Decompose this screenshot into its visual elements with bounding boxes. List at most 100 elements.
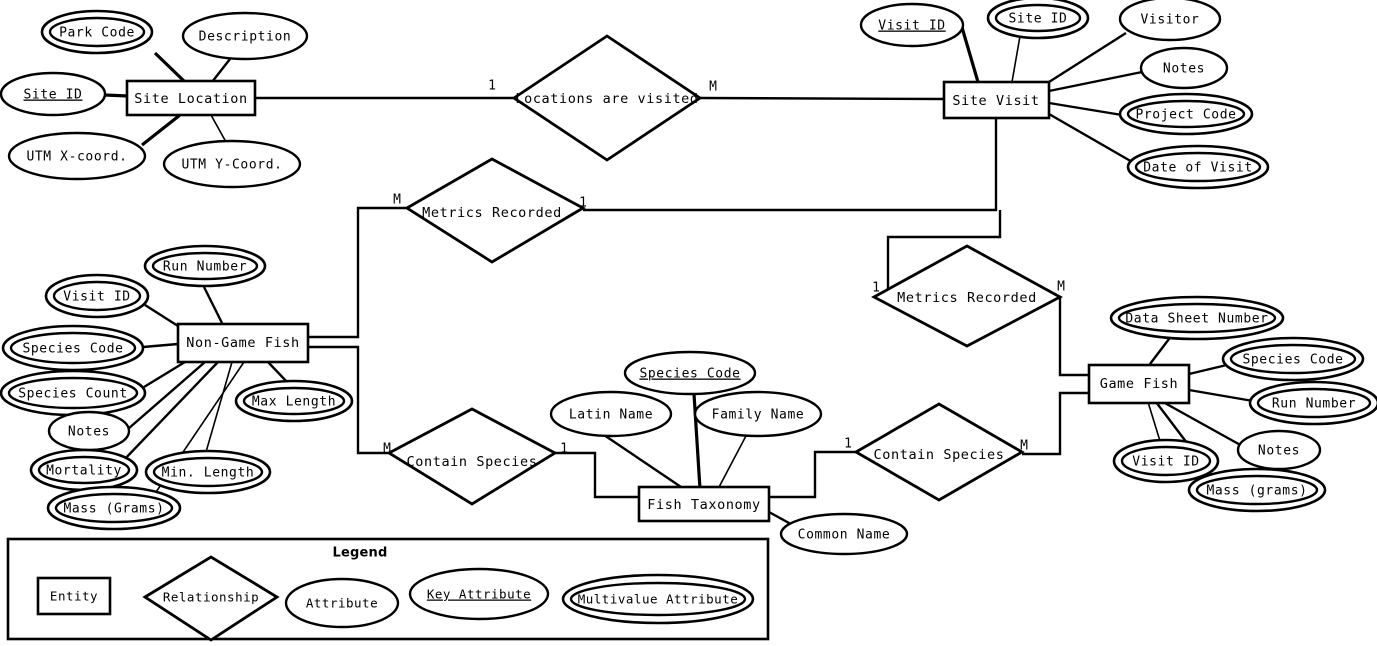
attribute-ft-common-name[interactable]: Common Name	[779, 512, 909, 556]
edge-ft-latin-name	[600, 432, 685, 490]
cardinality-label: M	[393, 193, 401, 208]
attribute-ngf-mortality-label: Mortality	[46, 464, 122, 479]
cardinality-label: M	[1020, 439, 1028, 454]
edge-gf-data-sheet-number	[1149, 334, 1173, 365]
attribute-ngf-species-count[interactable]: Species Count	[0, 369, 147, 417]
edge-locations-rel-site-visit	[699, 96, 945, 101]
attribute-gf-visit-id-label: Visit ID	[1132, 455, 1199, 470]
edge-ngf-mortality	[121, 361, 219, 463]
relationship-contain-species-nongame-label: Contain Species	[407, 454, 538, 470]
relationship-contain-species-nongame[interactable]: Contain Species	[386, 407, 558, 506]
legend-attribute-label: Attribute	[306, 596, 378, 611]
relationship-metrics-recorded-nongame[interactable]: Metrics Recorded	[404, 157, 586, 264]
attribute-gf-notes[interactable]: Notes	[1236, 429, 1322, 471]
attribute-gf-mass-grams[interactable]: Mass (grams)	[1187, 467, 1327, 513]
edge-ngf-visit-id	[144, 303, 179, 328]
edge-site-location-utm-y	[210, 114, 227, 143]
attribute-ft-family-name[interactable]: Family Name	[693, 390, 823, 438]
edges-game-fish-trunk	[1022, 297, 1089, 456]
legend-relationship-label: Relationship	[163, 590, 259, 605]
attribute-ft-common-name-label: Common Name	[798, 528, 891, 543]
edge-ngf-min-length	[205, 361, 233, 453]
entity-game-fish[interactable]: Game Fish	[1087, 363, 1191, 405]
edge-non-game-fish-to-metrics	[307, 206, 407, 339]
attribute-description-label: Description	[199, 30, 292, 45]
attribute-gf-data-sheet-number[interactable]: Data Sheet Number	[1109, 295, 1285, 341]
entity-fish-taxonomy[interactable]: Fish Taxonomy	[637, 485, 771, 523]
edge-site-visit-notes	[1048, 70, 1143, 93]
attribute-gf-species-code[interactable]: Species Code	[1221, 336, 1365, 382]
cardinality-label: M	[709, 80, 717, 95]
cardinality-label: 1	[560, 442, 568, 457]
attribute-ngf-run-number[interactable]: Run Number	[143, 244, 267, 288]
attribute-ft-latin-name[interactable]: Latin Name	[549, 390, 673, 438]
attribute-ngf-min-length[interactable]: Min. Length	[144, 449, 272, 495]
attribute-ngf-species-code[interactable]: Species Code	[1, 324, 145, 372]
attribute-ngf-mass-grams[interactable]: Mass (Grams)	[46, 485, 182, 531]
attribute-ngf-mass-grams-label: Mass (Grams)	[63, 502, 164, 517]
entity-game-fish-label: Game Fish	[1100, 376, 1179, 392]
entity-site-location[interactable]: Site Location	[125, 79, 257, 117]
attribute-ft-species-code-label: Species Code	[639, 367, 740, 382]
edge-site-location-site-id	[104, 93, 129, 98]
attribute-utm-y-coord[interactable]: UTM Y-Coord.	[162, 139, 302, 189]
er-diagram-canvas: Site Location Site Visit Non-Game Fish G…	[0, 0, 1377, 646]
attribute-site-visit-visit-id[interactable]: Visit ID	[859, 2, 965, 48]
attribute-site-location-site-id[interactable]: Site ID	[0, 71, 107, 117]
attribute-site-location-site-id-label: Site ID	[24, 88, 83, 103]
attribute-visitor[interactable]: Visitor	[1118, 0, 1222, 42]
relationship-metrics-recorded-nongame-label: Metrics Recorded	[422, 205, 562, 221]
attribute-gf-run-number-label: Run Number	[1272, 397, 1356, 412]
cardinality-label: 1	[579, 196, 587, 211]
edge-site-location-park-code	[153, 51, 187, 84]
edge-gf-visit-id	[1147, 401, 1161, 442]
edge-ngf-species-code	[142, 342, 179, 349]
relationship-metrics-recorded-game[interactable]: Metrics Recorded	[871, 244, 1063, 348]
attribute-ngf-notes[interactable]: Notes	[47, 410, 131, 452]
attribute-park-code[interactable]: Park Code	[40, 9, 154, 55]
attribute-site-visit-site-id-label: Site ID	[1009, 12, 1068, 27]
entity-site-location-label: Site Location	[134, 91, 247, 107]
attribute-ngf-visit-id[interactable]: Visit ID	[44, 273, 150, 319]
attribute-description[interactable]: Description	[181, 11, 309, 61]
attribute-site-visit-notes-label: Notes	[1163, 62, 1205, 77]
attribute-site-visit-site-id[interactable]: Site ID	[986, 0, 1090, 40]
edge-site-visit-project-code	[1048, 101, 1123, 117]
cardinality-label: M	[383, 442, 391, 457]
attribute-utm-x-coord[interactable]: UTM X-coord.	[7, 131, 147, 181]
legend-item-entity: Entity	[36, 576, 112, 616]
entity-site-visit[interactable]: Site Visit	[942, 80, 1051, 120]
attribute-ngf-max-length-label: Max Length	[252, 395, 336, 410]
edge-site-visit-visitor	[1048, 31, 1127, 84]
attribute-date-of-visit[interactable]: Date of Visit	[1126, 144, 1270, 190]
attribute-visitor-label: Visitor	[1141, 13, 1200, 28]
edge-metrics-game-to-game-fish	[1058, 297, 1089, 377]
attribute-ngf-mortality[interactable]: Mortality	[29, 448, 139, 492]
attribute-gf-mass-grams-label: Mass (grams)	[1206, 484, 1307, 499]
attribute-project-code[interactable]: Project Code	[1118, 92, 1254, 136]
entity-non-game-fish[interactable]: Non-Game Fish	[176, 322, 310, 364]
attribute-site-visit-notes[interactable]: Notes	[1139, 46, 1229, 90]
attribute-utm-y-coord-label: UTM Y-Coord.	[181, 158, 282, 173]
legend-multivalue-attribute-label: Multivalue Attribute	[578, 592, 739, 607]
attribute-gf-visit-id[interactable]: Visit ID	[1112, 438, 1220, 484]
relationship-contain-species-game[interactable]: Contain Species	[853, 402, 1025, 502]
attribute-project-code-label: Project Code	[1135, 108, 1236, 123]
attribute-ft-species-code[interactable]: Species Code	[623, 350, 757, 396]
cardinality-label: 1	[844, 437, 852, 452]
attribute-utm-x-coord-label: UTM X-coord.	[26, 150, 127, 165]
edge-ft-family-name	[717, 433, 748, 490]
attribute-ngf-max-length[interactable]: Max Length	[234, 379, 354, 423]
attribute-ngf-notes-label: Notes	[68, 425, 110, 440]
attribute-ngf-visit-id-label: Visit ID	[63, 290, 130, 305]
attribute-site-visit-visit-id-label: Visit ID	[878, 19, 945, 34]
entity-fish-taxonomy-label: Fish Taxonomy	[647, 497, 760, 513]
edge-site-visit-site-id	[1011, 35, 1021, 83]
relationship-locations-are-visited[interactable]: Locations are visited	[511, 34, 703, 162]
attribute-gf-run-number[interactable]: Run Number	[1248, 380, 1377, 426]
legend-item-multivalue-attribute: Multivalue Attribute	[561, 573, 755, 625]
attribute-gf-species-code-label: Species Code	[1242, 353, 1343, 368]
edge-fish-taxonomy-to-contain-game	[769, 450, 856, 499]
cardinality-label: M	[1057, 280, 1065, 295]
legend-title: Legend	[333, 546, 388, 561]
